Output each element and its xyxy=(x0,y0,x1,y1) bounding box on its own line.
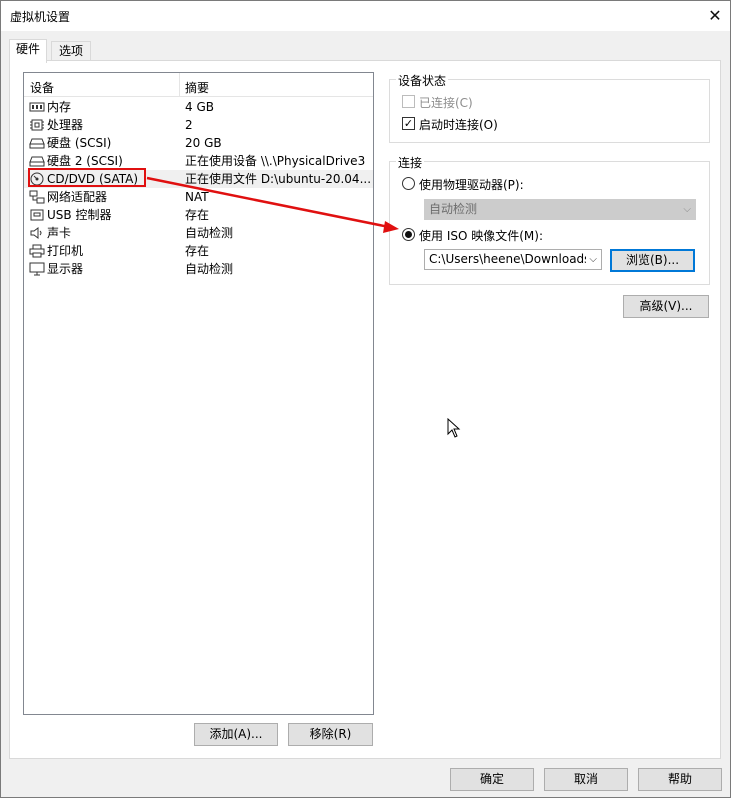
speaker-icon xyxy=(30,227,42,239)
browse-button[interactable]: 浏览(B)... xyxy=(610,249,695,272)
device-row-hard-disk[interactable]: 硬盘 (SCSI) 20 GB xyxy=(24,134,373,152)
memory-icon xyxy=(29,102,45,112)
device-name: 内存 xyxy=(47,100,72,114)
device-name: USB 控制器 xyxy=(47,208,112,222)
device-summary: 正在使用设备 \\.\PhysicalDrive3 xyxy=(185,154,366,168)
device-summary: 自动检测 xyxy=(185,226,234,240)
usb-icon xyxy=(30,209,44,221)
device-name: 声卡 xyxy=(47,226,72,240)
physical-drive-label: 使用物理驱动器(P): xyxy=(419,178,524,192)
iso-path-value: C:\Users\heene\Downloads\ xyxy=(429,252,595,266)
list-header: 设备 摘要 xyxy=(24,73,373,97)
monitor-icon xyxy=(29,262,45,276)
device-row-printer[interactable]: 打印机 存在 xyxy=(24,242,373,260)
column-divider[interactable] xyxy=(179,73,180,97)
connect-on-power-checkbox[interactable]: ✓ xyxy=(402,117,415,130)
device-row-display[interactable]: 显示器 自动检测 xyxy=(24,260,373,278)
device-name: 打印机 xyxy=(47,244,84,258)
hard-disk-icon xyxy=(29,156,45,167)
tab-options[interactable]: 选项 xyxy=(51,41,91,62)
advanced-button[interactable]: 高级(V)... xyxy=(623,295,709,318)
iso-image-radio[interactable] xyxy=(402,228,415,241)
tab-label: 选项 xyxy=(58,44,83,58)
connected-label: 已连接(C) xyxy=(419,96,473,110)
device-name: 处理器 xyxy=(47,118,84,132)
device-status-title: 设备状态 xyxy=(396,72,449,89)
device-summary: NAT xyxy=(185,190,209,204)
checkmark-icon: ✓ xyxy=(403,117,414,130)
physical-drive-value: 自动检测 xyxy=(429,202,478,216)
add-button[interactable]: 添加(A)... xyxy=(194,723,278,746)
connection-title: 连接 xyxy=(396,154,425,171)
device-summary: 自动检测 xyxy=(185,262,234,276)
remove-button[interactable]: 移除(R) xyxy=(288,723,373,746)
cpu-icon xyxy=(30,119,44,131)
chevron-down-icon: ⌵ xyxy=(683,204,691,215)
tab-hardware[interactable]: 硬件 xyxy=(9,39,47,63)
device-summary: 存在 xyxy=(185,244,210,258)
column-header-device[interactable]: 设备 xyxy=(30,79,54,96)
device-row-memory[interactable]: 内存 4 GB xyxy=(24,98,373,116)
device-summary: 存在 xyxy=(185,208,210,222)
iso-path-combo[interactable]: C:\Users\heene\Downloads\ ⌵ xyxy=(424,249,602,270)
title-bar: 虚拟机设置 ✕ xyxy=(1,1,730,31)
window-title: 虚拟机设置 xyxy=(10,10,71,24)
device-summary: 20 GB xyxy=(185,136,222,150)
hard-disk-icon xyxy=(29,138,45,149)
vm-settings-dialog: 虚拟机设置 ✕ 硬件 选项 设备 摘要 内存 4 GB 处理器 2 硬盘 (SC… xyxy=(0,0,731,798)
chevron-down-icon[interactable]: ⌵ xyxy=(586,250,597,269)
device-summary: 2 xyxy=(185,118,193,132)
physical-drive-select[interactable]: 自动检测 ⌵ xyxy=(424,199,696,220)
highlight-box xyxy=(28,168,146,187)
mouse-cursor-icon xyxy=(447,418,461,438)
device-row-processor[interactable]: 处理器 2 xyxy=(24,116,373,134)
close-icon[interactable]: ✕ xyxy=(700,1,730,31)
iso-image-label: 使用 ISO 映像文件(M): xyxy=(419,229,543,243)
device-summary: 4 GB xyxy=(185,100,214,114)
device-name: 显示器 xyxy=(47,262,84,276)
help-button[interactable]: 帮助 xyxy=(638,768,722,791)
cancel-button[interactable]: 取消 xyxy=(544,768,628,791)
device-row-sound-card[interactable]: 声卡 自动检测 xyxy=(24,224,373,242)
physical-drive-radio[interactable] xyxy=(402,177,415,190)
ok-button[interactable]: 确定 xyxy=(450,768,534,791)
column-header-summary[interactable]: 摘要 xyxy=(185,79,209,96)
connect-on-power-label: 启动时连接(O) xyxy=(419,118,498,132)
device-summary: 正在使用文件 D:\ubuntu-20.04... xyxy=(185,172,371,186)
device-row-usb-controller[interactable]: USB 控制器 存在 xyxy=(24,206,373,224)
device-name: 网络适配器 xyxy=(47,190,108,204)
device-name: 硬盘 (SCSI) xyxy=(47,136,112,150)
connected-checkbox[interactable] xyxy=(402,95,415,108)
tab-label: 硬件 xyxy=(15,42,40,56)
network-icon xyxy=(29,190,45,204)
printer-icon xyxy=(29,244,45,258)
device-row-network-adapter[interactable]: 网络适配器 NAT xyxy=(24,188,373,206)
